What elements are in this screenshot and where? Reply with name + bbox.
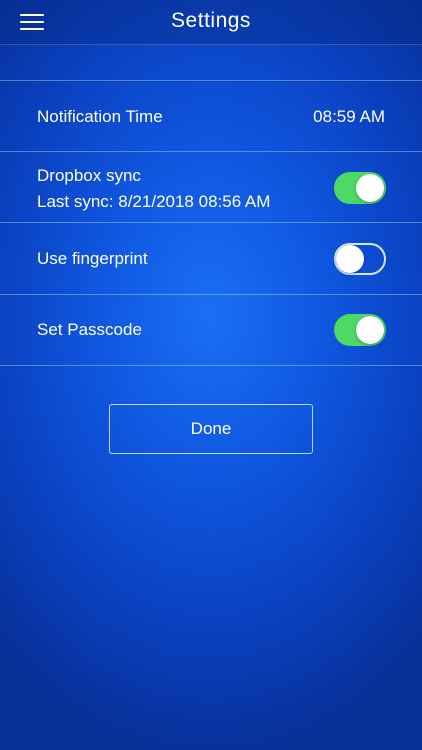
divider [0, 365, 422, 366]
dropbox-sync-row: Dropbox sync Last sync: 8/21/2018 08:56 … [0, 152, 422, 222]
notification-time-label: Notification Time [37, 107, 163, 126]
done-button[interactable]: Done [109, 404, 313, 454]
passcode-toggle[interactable] [334, 314, 386, 346]
notification-time-value[interactable]: 08:59 AM [313, 107, 385, 127]
page-title: Settings [171, 9, 251, 32]
toggle-knob [336, 245, 364, 273]
dropbox-sync-label: Dropbox sync [37, 166, 141, 185]
passcode-row: Set Passcode [0, 295, 422, 365]
fingerprint-toggle[interactable] [334, 243, 386, 275]
last-sync-text: Last sync: 8/21/2018 08:56 AM [37, 192, 271, 211]
notification-time-row[interactable]: Notification Time 08:59 AM [0, 81, 422, 151]
header-bar: Settings [0, 0, 422, 45]
passcode-label: Set Passcode [37, 320, 142, 339]
fingerprint-label: Use fingerprint [37, 249, 148, 268]
toggle-knob [356, 174, 384, 202]
toggle-knob [356, 316, 384, 344]
dropbox-sync-toggle[interactable] [334, 172, 386, 204]
fingerprint-row: Use fingerprint [0, 223, 422, 293]
